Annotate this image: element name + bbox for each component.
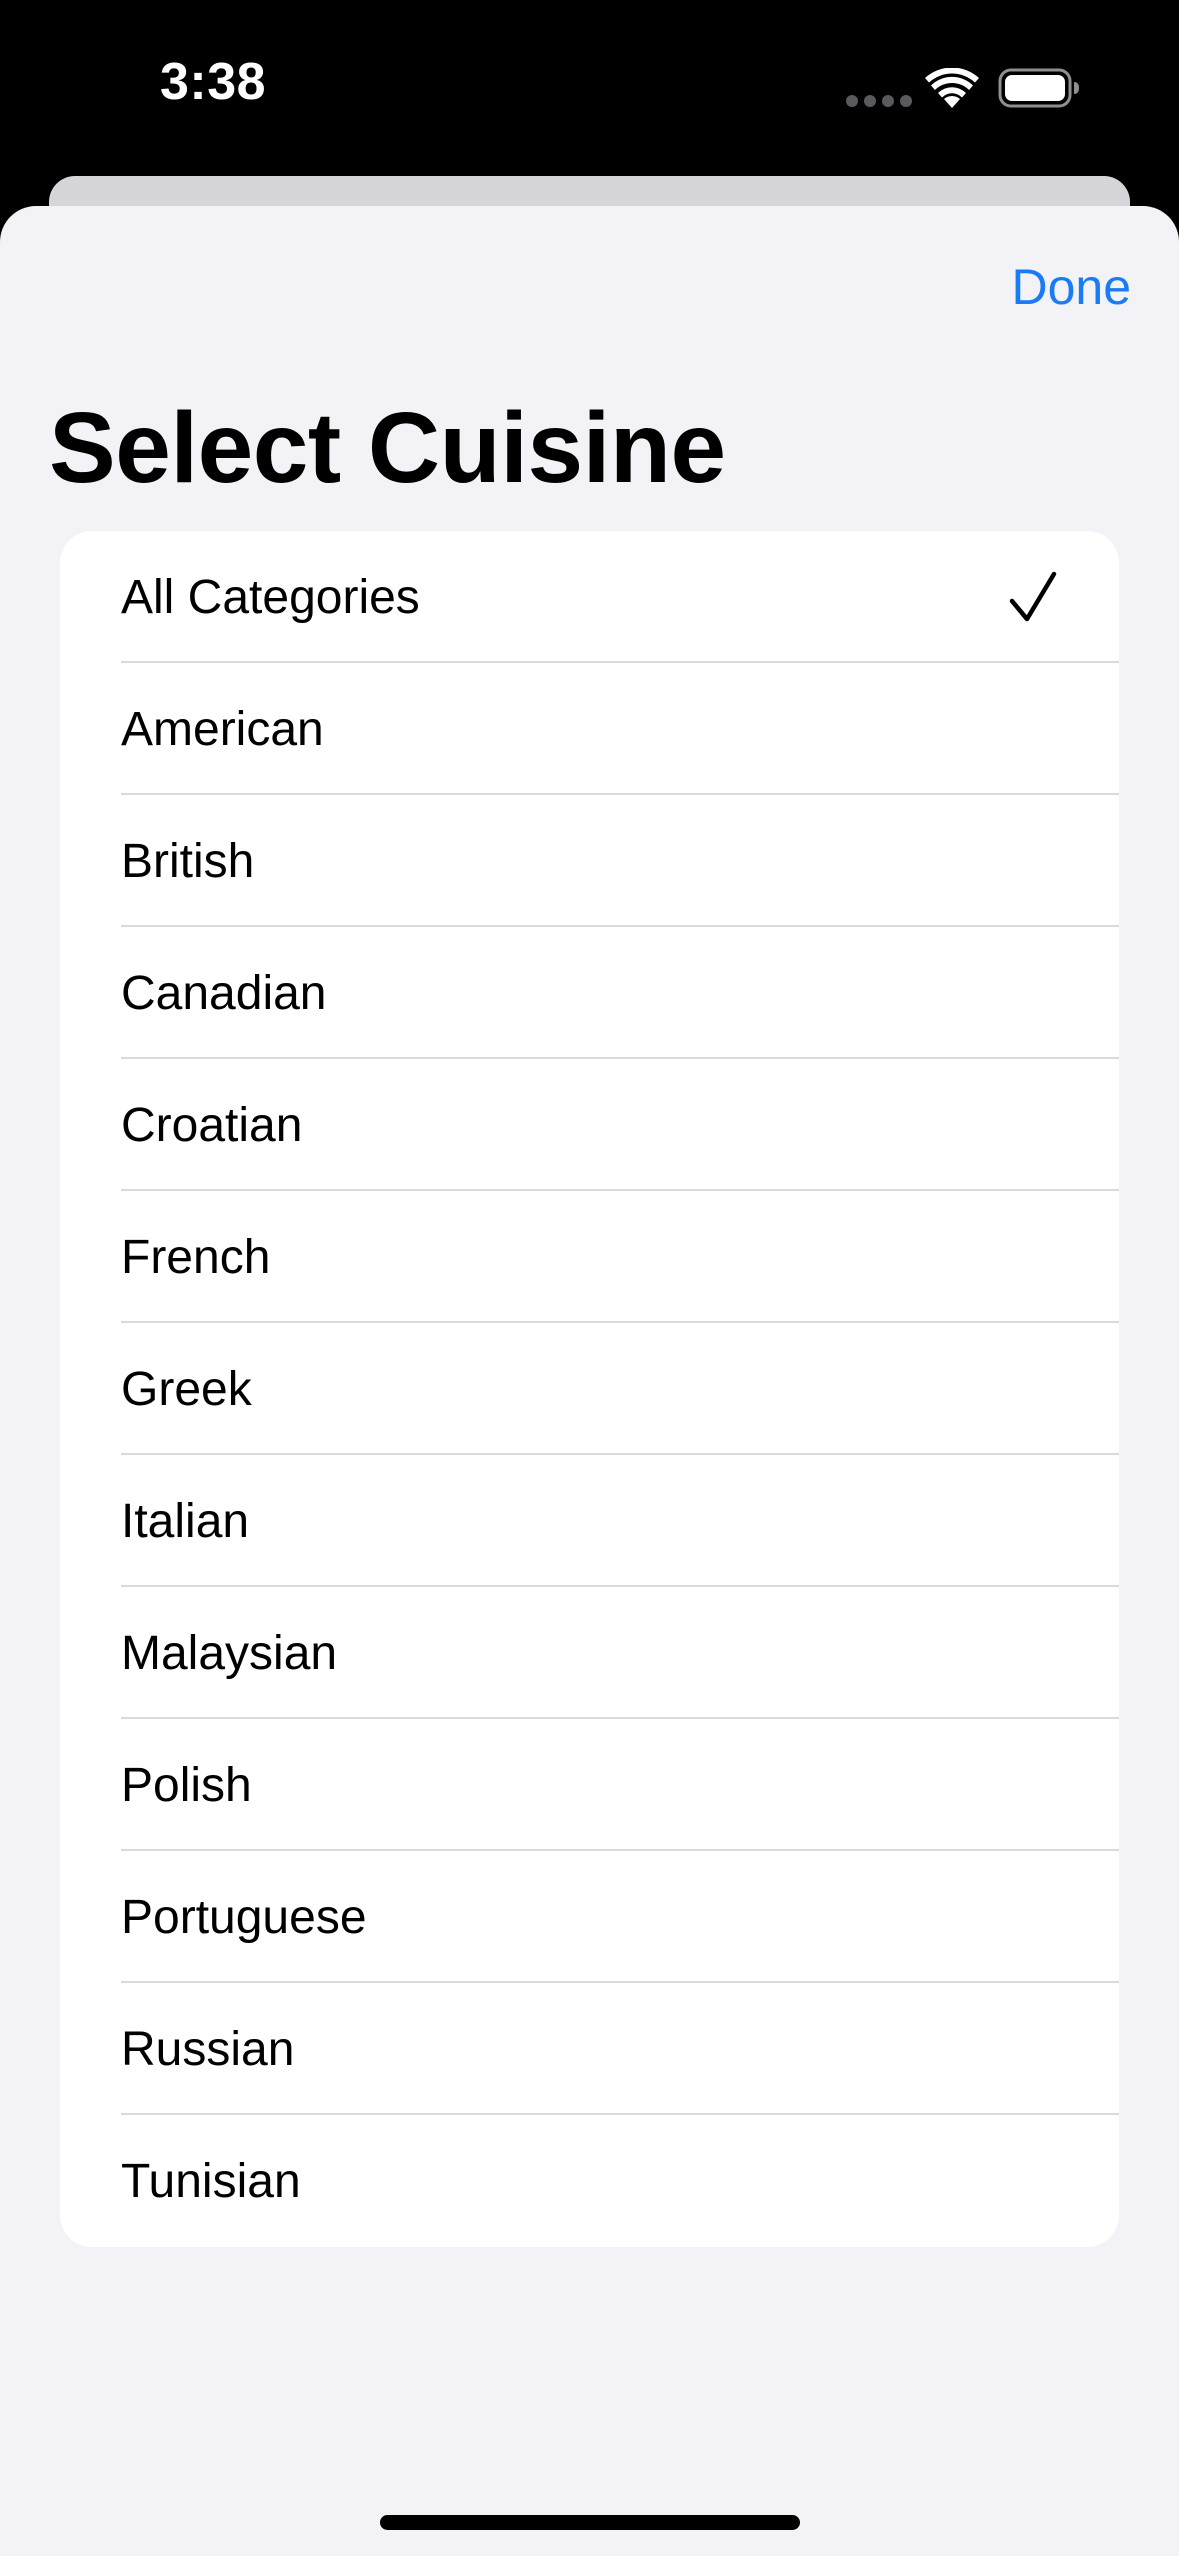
list-item-polish[interactable]: Polish bbox=[60, 1719, 1119, 1851]
list-item-russian[interactable]: Russian bbox=[60, 1983, 1119, 2115]
done-button[interactable]: Done bbox=[1011, 258, 1131, 316]
list-item-label: British bbox=[121, 834, 255, 888]
list-item-label: Canadian bbox=[121, 966, 327, 1020]
status-time: 3:38 bbox=[160, 53, 267, 111]
list-item-label: Polish bbox=[121, 1758, 252, 1812]
list-item-label: Malaysian bbox=[121, 1626, 338, 1680]
list-item-portuguese[interactable]: Portuguese bbox=[60, 1851, 1119, 1983]
cellular-signal-icon bbox=[846, 95, 912, 107]
page-title: Select Cuisine bbox=[49, 392, 726, 504]
list-item-all-categories[interactable]: All Categories bbox=[60, 531, 1119, 663]
list-item-label: Tunisian bbox=[121, 2154, 301, 2208]
list-item-british[interactable]: British bbox=[60, 795, 1119, 927]
list-item-label: American bbox=[121, 702, 324, 756]
list-item-label: Russian bbox=[121, 2022, 295, 2076]
status-bar: 3:38 bbox=[0, 0, 1179, 170]
list-item-label: Greek bbox=[121, 1362, 252, 1416]
battery-icon bbox=[998, 68, 1079, 108]
list-item-label: All Categories bbox=[121, 570, 420, 624]
cuisine-list: All Categories American British Canadian… bbox=[60, 531, 1119, 2247]
list-item-label: Croatian bbox=[121, 1098, 303, 1152]
list-item-label: Portuguese bbox=[121, 1890, 367, 1944]
list-item-greek[interactable]: Greek bbox=[60, 1323, 1119, 1455]
list-item-croatian[interactable]: Croatian bbox=[60, 1059, 1119, 1191]
list-item-american[interactable]: American bbox=[60, 663, 1119, 795]
list-item-label: Italian bbox=[121, 1494, 250, 1548]
list-item-canadian[interactable]: Canadian bbox=[60, 927, 1119, 1059]
list-item-label: French bbox=[121, 1230, 271, 1284]
list-item-french[interactable]: French bbox=[60, 1191, 1119, 1323]
home-indicator[interactable] bbox=[380, 2515, 800, 2530]
checkmark-icon bbox=[1009, 571, 1057, 622]
list-item-tunisian[interactable]: Tunisian bbox=[60, 2115, 1119, 2247]
list-item-italian[interactable]: Italian bbox=[60, 1455, 1119, 1587]
wifi-icon bbox=[925, 68, 979, 108]
list-item-malaysian[interactable]: Malaysian bbox=[60, 1587, 1119, 1719]
